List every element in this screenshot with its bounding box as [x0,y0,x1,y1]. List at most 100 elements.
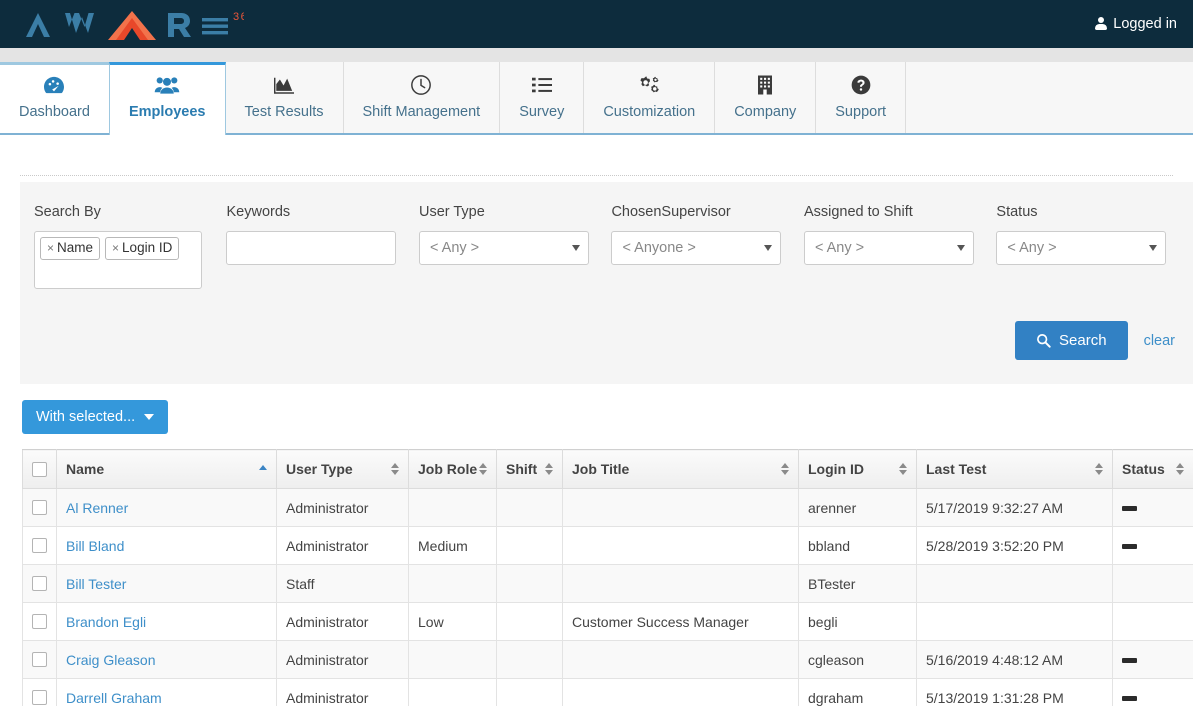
cell-name: Brandon Egli [56,602,277,641]
search-button[interactable]: Search [1015,321,1128,360]
with-selected-button[interactable]: With selected... [22,400,169,434]
th-login-id[interactable]: Login ID [798,449,917,489]
employee-name-link[interactable]: Al Renner [66,500,128,516]
tab-employees-label: Employees [128,104,206,121]
cell-job-role [408,564,497,603]
table-row[interactable]: Craig Gleason Administrator cgleason 5/16/2… [22,640,1193,679]
th-job-title[interactable]: Job Title [562,449,799,489]
sort-indicator-last-test[interactable] [1095,462,1104,476]
table-row[interactable]: Darrell Graham Administrator dgraham 5/13/2… [22,678,1193,706]
th-name-label: Name [66,461,105,477]
table-row[interactable]: Bill Tester Staff BTester [22,564,1193,603]
chosen-supervisor-select-value[interactable]: < Anyone > [611,231,782,265]
tab-survey[interactable]: Survey [499,62,585,133]
tab-test-results-label: Test Results [244,104,324,121]
cell-shift [496,526,563,565]
th-job-role[interactable]: Job Role [408,449,497,489]
table-row[interactable]: Al Renner Administrator arenner 5/17/2019 9… [22,488,1193,527]
cell-user-type: Administrator [276,678,409,706]
table-row[interactable]: Brandon Egli Administrator Low Customer Suc… [22,602,1193,641]
row-select-cell [22,564,57,603]
cell-status [1112,640,1193,679]
select-all-checkbox[interactable] [32,461,47,477]
sort-indicator-shift[interactable] [545,462,554,476]
employee-table-body: Al Renner Administrator arenner 5/17/2019 9… [22,488,1193,706]
cell-status [1112,526,1193,565]
svg-text:360: 360 [233,11,244,23]
question-circle-icon [850,73,872,97]
table-row[interactable]: Bill Bland Administrator Medium bbland 5/28/… [22,526,1193,565]
sort-indicator-job-title[interactable] [781,462,790,476]
tab-dashboard[interactable]: Dashboard [0,62,110,133]
cell-job-title [562,488,799,527]
tag-login-id-label: Login ID [122,240,173,255]
search-by-tag-input[interactable]: × Name × Login ID [34,231,202,289]
row-checkbox[interactable] [32,538,47,553]
user-type-select-value[interactable]: < Any > [418,231,589,265]
cell-status [1112,564,1193,603]
tab-support[interactable]: Support [815,62,907,133]
sort-indicator-status[interactable] [1176,462,1185,476]
gears-icon [637,73,661,97]
cell-job-role [408,488,497,527]
th-last-test[interactable]: Last Test [916,449,1113,489]
sort-indicator-name[interactable] [259,462,268,476]
row-checkbox[interactable] [32,690,47,705]
sort-indicator-job-role[interactable] [479,462,488,476]
bulk-actions-toolbar: With selected... [22,400,1193,434]
user-type-select[interactable]: < Any > [418,231,589,265]
employee-table-head: Name User Type Job Role Shift Job Title [22,449,1193,489]
row-checkbox[interactable] [32,500,47,515]
row-checkbox[interactable] [32,576,47,591]
filter-chosen-supervisor: ChosenSupervisor < Anyone > [611,204,803,265]
th-name[interactable]: Name [56,449,277,489]
th-shift[interactable]: Shift [496,449,563,489]
employee-name-link[interactable]: Craig Gleason [66,652,156,668]
user-icon [1095,17,1108,31]
th-user-type-label: User Type [286,461,353,477]
cell-job-title: Customer Success Manager [562,602,799,641]
header-divider-strip [0,48,1193,62]
cell-status [1112,602,1193,641]
status-select-value[interactable]: < Any > [996,231,1167,265]
cell-name: Al Renner [56,488,277,527]
tab-employees[interactable]: Employees [108,62,226,135]
tab-customization-label: Customization [603,104,696,121]
tag-login-id-remove-icon[interactable]: × [112,241,119,256]
row-checkbox[interactable] [32,614,47,629]
th-status[interactable]: Status [1112,449,1193,489]
assigned-to-shift-select-value[interactable]: < Any > [803,231,974,265]
search-icon [1037,334,1051,348]
sort-indicator-login-id[interactable] [899,462,908,476]
th-user-type[interactable]: User Type [276,449,409,489]
app-logo[interactable]: 360 [12,0,244,48]
sort-indicator-user-type[interactable] [391,462,400,476]
chosen-supervisor-select[interactable]: < Anyone > [611,231,782,265]
assigned-to-shift-select[interactable]: < Any > [803,231,974,265]
search-by-label: Search By [34,204,101,220]
tab-customization[interactable]: Customization [583,62,716,133]
keywords-input[interactable] [226,231,397,265]
tag-name-remove-icon[interactable]: × [47,241,54,256]
employee-name-link[interactable]: Bill Tester [66,576,126,592]
clear-filters-link[interactable]: clear [1144,333,1175,349]
building-icon [755,73,775,97]
cell-name: Craig Gleason [56,640,277,679]
employee-name-link[interactable]: Darrell Graham [66,690,162,706]
row-select-cell [22,602,57,641]
status-select[interactable]: < Any > [996,231,1167,265]
cell-name: Bill Tester [56,564,277,603]
tab-shift-management[interactable]: Shift Management [342,62,501,133]
employee-name-link[interactable]: Bill Bland [66,538,124,554]
cell-last-test: 5/16/2019 4:48:12 AM [916,640,1113,679]
filter-search-by: Search By × Name × Login ID [34,204,226,289]
tag-login-id[interactable]: × Login ID [105,237,180,260]
tab-test-results[interactable]: Test Results [224,62,344,133]
tab-company[interactable]: Company [714,62,817,133]
cell-user-type: Administrator [276,526,409,565]
filter-status: Status < Any > [996,204,1179,265]
row-checkbox[interactable] [32,652,47,667]
tag-name[interactable]: × Name [40,237,101,260]
employee-name-link[interactable]: Brandon Egli [66,614,146,630]
logged-in-status[interactable]: Logged in [1095,16,1177,32]
